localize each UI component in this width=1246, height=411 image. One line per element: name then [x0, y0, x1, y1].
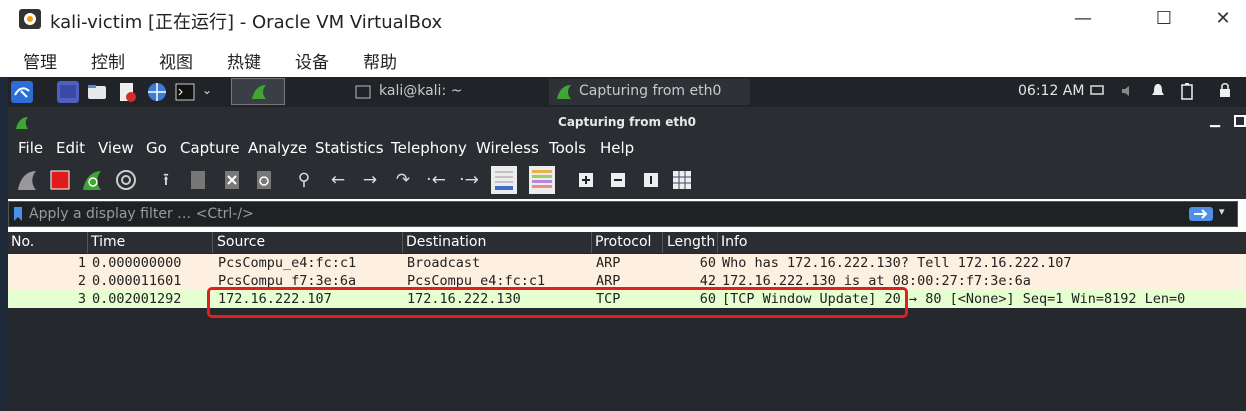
kali-menu-icon[interactable]	[11, 81, 33, 103]
restart-capture-icon[interactable]	[80, 168, 104, 192]
vbox-menu-hotkeys[interactable]: 热键	[227, 48, 261, 73]
reload-file-icon[interactable]	[252, 168, 276, 192]
menu-view[interactable]: View	[98, 139, 134, 157]
start-capture-icon[interactable]	[15, 168, 39, 192]
menu-capture[interactable]: Capture	[180, 139, 240, 157]
vbox-titlebar: kali-victim [正在运行] - Oracle VM VirtualBo…	[0, 0, 1246, 38]
taskbar-item-label: kali@kali: ~	[379, 83, 463, 99]
vbox-menu-control[interactable]: 控制	[91, 48, 125, 73]
packet-protocol: ARP	[596, 255, 621, 271]
packet-row[interactable]: 1 0.000000000 PcsCompu_e4:fc:c1 Broadcas…	[8, 254, 1246, 272]
bookmark-icon[interactable]	[13, 206, 23, 222]
wireshark-menubar: File Edit View Go Capture Analyze Statis…	[8, 137, 1246, 161]
browser-icon[interactable]	[146, 81, 168, 103]
menu-telephony[interactable]: Telephony	[391, 139, 467, 157]
taskbar-item-capture[interactable]: Capturing from eth0	[549, 79, 750, 105]
packet-length: 60	[699, 255, 716, 271]
taskbar-item-label: Capturing from eth0	[579, 83, 722, 99]
last-packet-icon[interactable]: ·→	[457, 168, 481, 192]
battery-icon[interactable]	[1181, 82, 1193, 100]
text-editor-icon[interactable]	[116, 81, 138, 103]
menu-statistics[interactable]: Statistics	[315, 139, 384, 157]
panel-clock[interactable]: 06:12 AM	[1018, 83, 1084, 99]
column-header-time[interactable]: Time	[91, 234, 125, 250]
close-button[interactable]: ✕	[1200, 6, 1246, 32]
minimize-button[interactable]: —	[1060, 6, 1106, 32]
packet-time: 0.000000000	[92, 255, 182, 271]
desktop-switch-icon[interactable]	[57, 81, 79, 103]
zoom-out-icon[interactable]	[606, 168, 630, 192]
menu-tools[interactable]: Tools	[549, 139, 586, 157]
capture-options-gear-icon[interactable]	[114, 168, 138, 192]
column-header-info[interactable]: Info	[721, 234, 748, 250]
lock-icon[interactable]	[1218, 82, 1232, 98]
autoscroll-icon[interactable]	[490, 165, 518, 195]
open-file-icon[interactable]: ⭱	[154, 168, 178, 192]
packet-time: 0.002001292	[92, 291, 182, 307]
chevron-down-icon[interactable]: ⌄	[202, 83, 212, 97]
menu-edit[interactable]: Edit	[56, 139, 85, 157]
vbox-menu-view[interactable]: 视图	[159, 48, 193, 73]
workspace-wireshark-button[interactable]	[231, 78, 285, 105]
packet-time: 0.000011601	[92, 273, 182, 289]
vbox-menu-help[interactable]: 帮助	[363, 48, 397, 73]
column-header-protocol[interactable]: Protocol	[595, 234, 651, 250]
wireshark-fin-icon	[252, 85, 266, 99]
ws-minimize-button[interactable]: ▁	[1210, 113, 1220, 128]
wireshark-fin-icon	[557, 85, 571, 99]
first-packet-icon[interactable]: ·←	[424, 168, 448, 192]
packet-no: 1	[77, 255, 86, 271]
menu-analyze[interactable]: Analyze	[248, 139, 307, 157]
go-to-packet-icon[interactable]: ↷	[391, 168, 415, 192]
packet-list-header: No. Time Source Destination Protocol Len…	[8, 232, 1246, 253]
maximize-button[interactable]: ☐	[1141, 6, 1187, 32]
display-filter-input[interactable]	[29, 205, 1179, 223]
virtualbox-app-icon	[19, 9, 41, 29]
wireshark-titlebar: Capturing from eth0 ▁	[8, 107, 1246, 137]
taskbar-item-terminal[interactable]: kali@kali: ~	[347, 79, 543, 105]
packet-info: Who has 172.16.222.130? Tell 172.16.222.…	[722, 255, 1072, 271]
column-header-destination[interactable]: Destination	[406, 234, 486, 250]
wireshark-toolbar: ⭱ ⚲ ← → ↷ ·← ·→	[8, 161, 1246, 199]
terminal-launcher-icon[interactable]	[174, 81, 196, 103]
packet-no: 3	[77, 291, 86, 307]
vbox-menu-devices[interactable]: 设备	[295, 48, 329, 73]
annotation-highlight-box	[207, 287, 908, 318]
save-file-icon[interactable]	[186, 168, 210, 192]
notification-bell-icon[interactable]	[1151, 83, 1165, 99]
wireshark-window-title: Capturing from eth0	[558, 115, 696, 129]
menu-wireless[interactable]: Wireless	[476, 139, 539, 157]
find-packet-icon[interactable]: ⚲	[292, 168, 316, 192]
apply-filter-arrow-icon[interactable]	[1189, 207, 1213, 221]
ws-maximize-button[interactable]	[1234, 115, 1246, 127]
packet-no: 2	[77, 273, 86, 289]
stop-capture-icon[interactable]	[48, 168, 72, 192]
zoom-in-icon[interactable]	[574, 168, 598, 192]
column-header-source[interactable]: Source	[217, 234, 265, 250]
menu-file[interactable]: File	[18, 139, 43, 157]
close-file-icon[interactable]	[220, 168, 244, 192]
packet-destination: Broadcast	[407, 255, 481, 271]
vbox-menu-manage[interactable]: 管理	[23, 48, 57, 73]
file-manager-icon[interactable]	[86, 81, 108, 103]
filter-dropdown-icon[interactable]: ▾	[1219, 205, 1225, 218]
volume-icon[interactable]	[1120, 84, 1136, 98]
menu-go[interactable]: Go	[146, 139, 167, 157]
normal-size-icon[interactable]	[639, 168, 663, 192]
column-header-length[interactable]: Length	[667, 234, 715, 250]
go-forward-icon[interactable]: →	[358, 168, 382, 192]
column-header-no[interactable]: No.	[11, 234, 34, 250]
display-filter-bar: ▾	[8, 201, 1238, 227]
vbox-menubar: 管理 控制 视图 热键 设备 帮助	[0, 44, 1246, 74]
colorize-icon[interactable]	[528, 165, 556, 195]
packet-source: PcsCompu_e4:fc:c1	[218, 255, 357, 271]
packet-list: 1 0.000000000 PcsCompu_e4:fc:c1 Broadcas…	[8, 253, 1246, 411]
menu-help[interactable]: Help	[600, 139, 634, 157]
resize-columns-icon[interactable]	[670, 168, 694, 192]
host-desktop-edge	[0, 77, 8, 411]
go-back-icon[interactable]: ←	[326, 168, 350, 192]
display-icon[interactable]	[1090, 85, 1104, 97]
terminal-icon	[355, 85, 371, 99]
window-title: kali-victim [正在运行] - Oracle VM VirtualBo…	[50, 12, 443, 33]
